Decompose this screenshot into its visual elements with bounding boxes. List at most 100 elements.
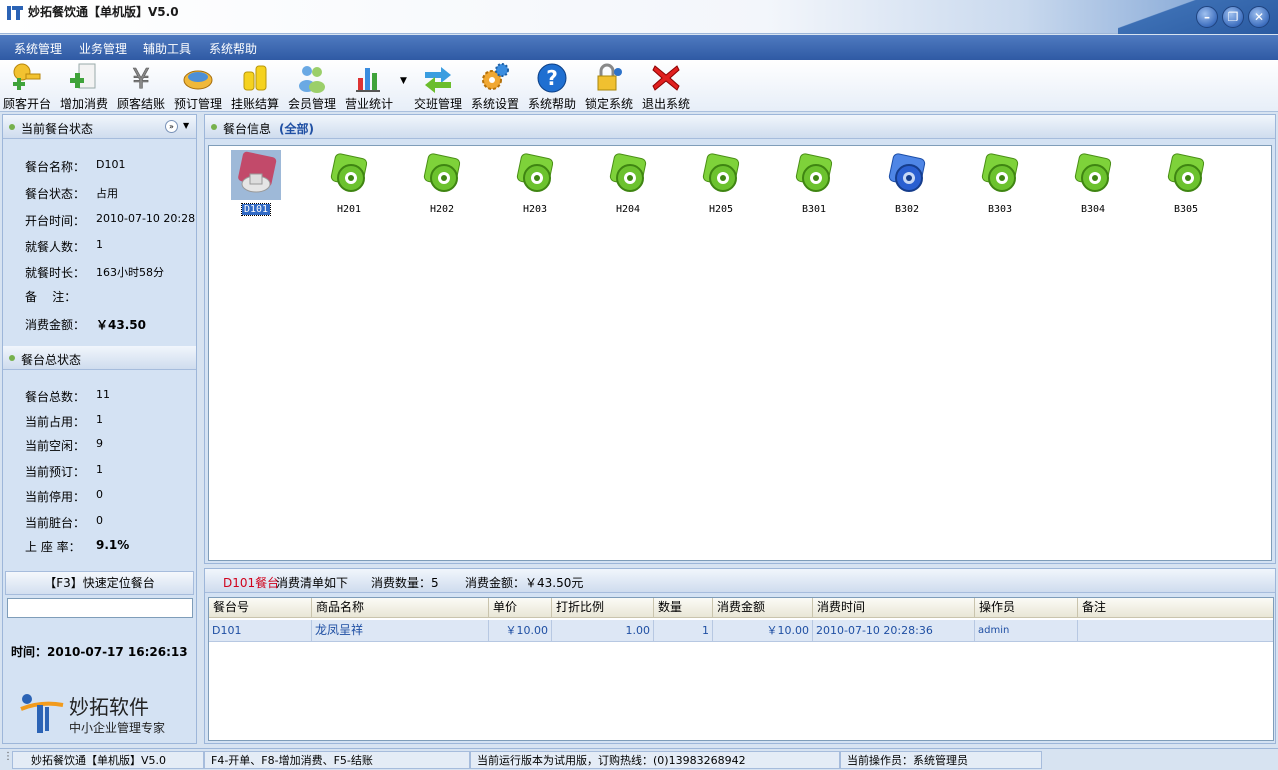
table-item-h202[interactable]: H202 <box>412 150 472 222</box>
gears-icon <box>482 63 509 90</box>
coins-icon <box>243 65 267 91</box>
column-header[interactable]: 商品名称 <box>312 598 489 618</box>
add-consumption-button[interactable]: 增加消费 <box>55 62 113 111</box>
field-table-name: 餐台名称： D101 <box>25 158 125 175</box>
restore-button[interactable]: ❐ <box>1222 6 1244 28</box>
table-item-h204[interactable]: H204 <box>598 150 658 222</box>
free-table-icon <box>795 153 833 192</box>
menu-system-management[interactable]: 系统管理 <box>14 40 62 57</box>
free-table-icon <box>981 153 1019 192</box>
field-label: 当前空闲： <box>25 439 86 453</box>
add-document-icon <box>70 63 96 89</box>
column-header[interactable]: 备注 <box>1078 598 1273 618</box>
column-header[interactable]: 打折比例 <box>552 598 654 618</box>
column-header[interactable]: 数量 <box>654 598 713 618</box>
field-free: 当前空闲： 9 <box>25 437 103 454</box>
column-header[interactable]: 操作员 <box>975 598 1078 618</box>
shift-handover-label: 交班管理 <box>413 97 462 111</box>
field-value: 0 <box>96 514 103 527</box>
menu-bar: 系统管理 业务管理 辅助工具 系统帮助 <box>0 35 1278 60</box>
tables-panel-header: 餐台信息 (全部) <box>205 115 1275 139</box>
free-table-icon <box>516 153 554 192</box>
menu-tools[interactable]: 辅助工具 <box>143 40 191 57</box>
exit-system-button[interactable]: 退出系统 <box>637 62 695 111</box>
expand-icon[interactable]: » <box>165 120 178 133</box>
chevron-down-icon[interactable]: ▼ <box>183 121 189 130</box>
consumption-amount: 消费金额：￥43.50元 <box>465 576 584 590</box>
table-name: B302 <box>894 204 920 215</box>
shift-handover-button[interactable]: 交班管理 <box>409 62 467 111</box>
member-management-button[interactable]: 会员管理 <box>283 62 341 111</box>
checkout-label: 顾客结账 <box>116 97 165 111</box>
table-item-h205[interactable]: H205 <box>691 150 751 222</box>
quick-locate-input[interactable] <box>7 598 193 618</box>
checkout-button[interactable]: ¥ 顾客结账 <box>112 62 170 111</box>
field-label: 餐台名称： <box>25 160 86 174</box>
field-label: 上 座 率： <box>25 540 81 554</box>
system-help-button[interactable]: ? 系统帮助 <box>523 62 581 111</box>
member-management-label: 会员管理 <box>287 97 336 111</box>
credit-settlement-button[interactable]: 挂账结算 <box>226 62 284 111</box>
field-value: D101 <box>96 158 126 171</box>
consumption-table: 餐台号 商品名称 单价 打折比例 数量 消费金额 消费时间 操作员 备注 D10… <box>208 597 1274 741</box>
key-add-icon <box>13 63 41 90</box>
status-app-name: 妙拓餐饮通【单机版】V5.0 <box>12 751 204 769</box>
lock-system-button[interactable]: 锁定系统 <box>580 62 638 111</box>
cell-remarks <box>1078 620 1273 642</box>
bullet-icon <box>9 355 15 361</box>
field-value: 1 <box>96 413 103 426</box>
table-header-row: 餐台号 商品名称 单价 打折比例 数量 消费金额 消费时间 操作员 备注 <box>209 598 1273 618</box>
menu-business-management[interactable]: 业务管理 <box>79 40 127 57</box>
business-statistics-button[interactable]: 营业统计 <box>340 62 398 111</box>
open-table-button[interactable]: 顾客开台 <box>0 62 56 111</box>
column-header[interactable]: 餐台号 <box>209 598 312 618</box>
table-name: H203 <box>522 204 548 215</box>
status-trial-info: 当前运行版本为试用版，订购热线：(0)13983268942 <box>470 751 840 769</box>
status-bar: ⋮ 妙拓餐饮通【单机版】V5.0 F4-开单、F8-增加消费、F5-结账 当前运… <box>0 748 1278 770</box>
field-remarks: 备 注： <box>25 288 76 305</box>
field-value: 占用 <box>96 187 118 200</box>
table-item-b301[interactable]: B301 <box>784 150 844 222</box>
current-table-title: 当前餐台状态 <box>21 122 94 136</box>
table-item-h203[interactable]: H203 <box>505 150 565 222</box>
table-name: B305 <box>1173 204 1199 215</box>
title-bar: 妙拓餐饮通【单机版】V5.0 – ❐ ✕ <box>0 0 1278 34</box>
close-button[interactable]: ✕ <box>1248 6 1270 28</box>
free-table-icon <box>702 153 740 192</box>
table-item-b304[interactable]: B304 <box>1063 150 1123 222</box>
quick-locate-button[interactable]: 【F3】快速定位餐台 <box>5 571 194 595</box>
menu-help[interactable]: 系统帮助 <box>209 40 257 57</box>
svg-text:?: ? <box>546 66 558 90</box>
company-slogan: 中小企业管理专家 <box>69 721 166 735</box>
system-settings-button[interactable]: 系统设置 <box>466 62 524 111</box>
table-item-d101[interactable]: D101 <box>226 150 286 222</box>
column-header[interactable]: 消费时间 <box>813 598 975 618</box>
current-table-header[interactable]: 当前餐台状态 » ▼ <box>3 115 196 139</box>
field-label: 当前占用： <box>25 415 86 429</box>
table-name: B304 <box>1080 204 1106 215</box>
table-item-b305[interactable]: B305 <box>1156 150 1216 222</box>
field-disabled: 当前停用： 0 <box>25 488 103 505</box>
summary-header[interactable]: 餐台总状态 <box>3 346 196 370</box>
table-item-b302[interactable]: B302 <box>877 150 937 222</box>
system-help-label: 系统帮助 <box>527 97 576 111</box>
table-row[interactable]: D101 龙凤呈祥 ￥10.00 1.00 1 ￥10.00 2010-07-1… <box>209 620 1273 642</box>
cell-unit-price: ￥10.00 <box>489 620 552 642</box>
yen-icon: ¥ <box>132 62 150 94</box>
consumption-panel: D101餐台 消费清单如下 消费数量：5 消费金额：￥43.50元 餐台号 商品… <box>204 568 1276 744</box>
bullet-icon <box>211 124 217 130</box>
statistics-dropdown-arrow-icon[interactable]: ▼ <box>400 76 407 86</box>
column-header[interactable]: 单价 <box>489 598 552 618</box>
minimize-button[interactable]: – <box>1196 6 1218 28</box>
consumption-header: D101餐台 消费清单如下 消费数量：5 消费金额：￥43.50元 <box>205 569 1275 593</box>
table-item-b303[interactable]: B303 <box>970 150 1030 222</box>
field-label: 就餐人数： <box>25 240 86 254</box>
column-header[interactable]: 消费金额 <box>713 598 813 618</box>
system-settings-label: 系统设置 <box>470 97 519 111</box>
table-item-h201[interactable]: H201 <box>319 150 379 222</box>
reservation-button[interactable]: 预订管理 <box>169 62 227 111</box>
field-value: 1 <box>96 238 103 251</box>
field-occupied: 当前占用： 1 <box>25 413 103 430</box>
tables-filter[interactable]: (全部) <box>279 120 314 137</box>
table-name: H202 <box>429 204 455 215</box>
